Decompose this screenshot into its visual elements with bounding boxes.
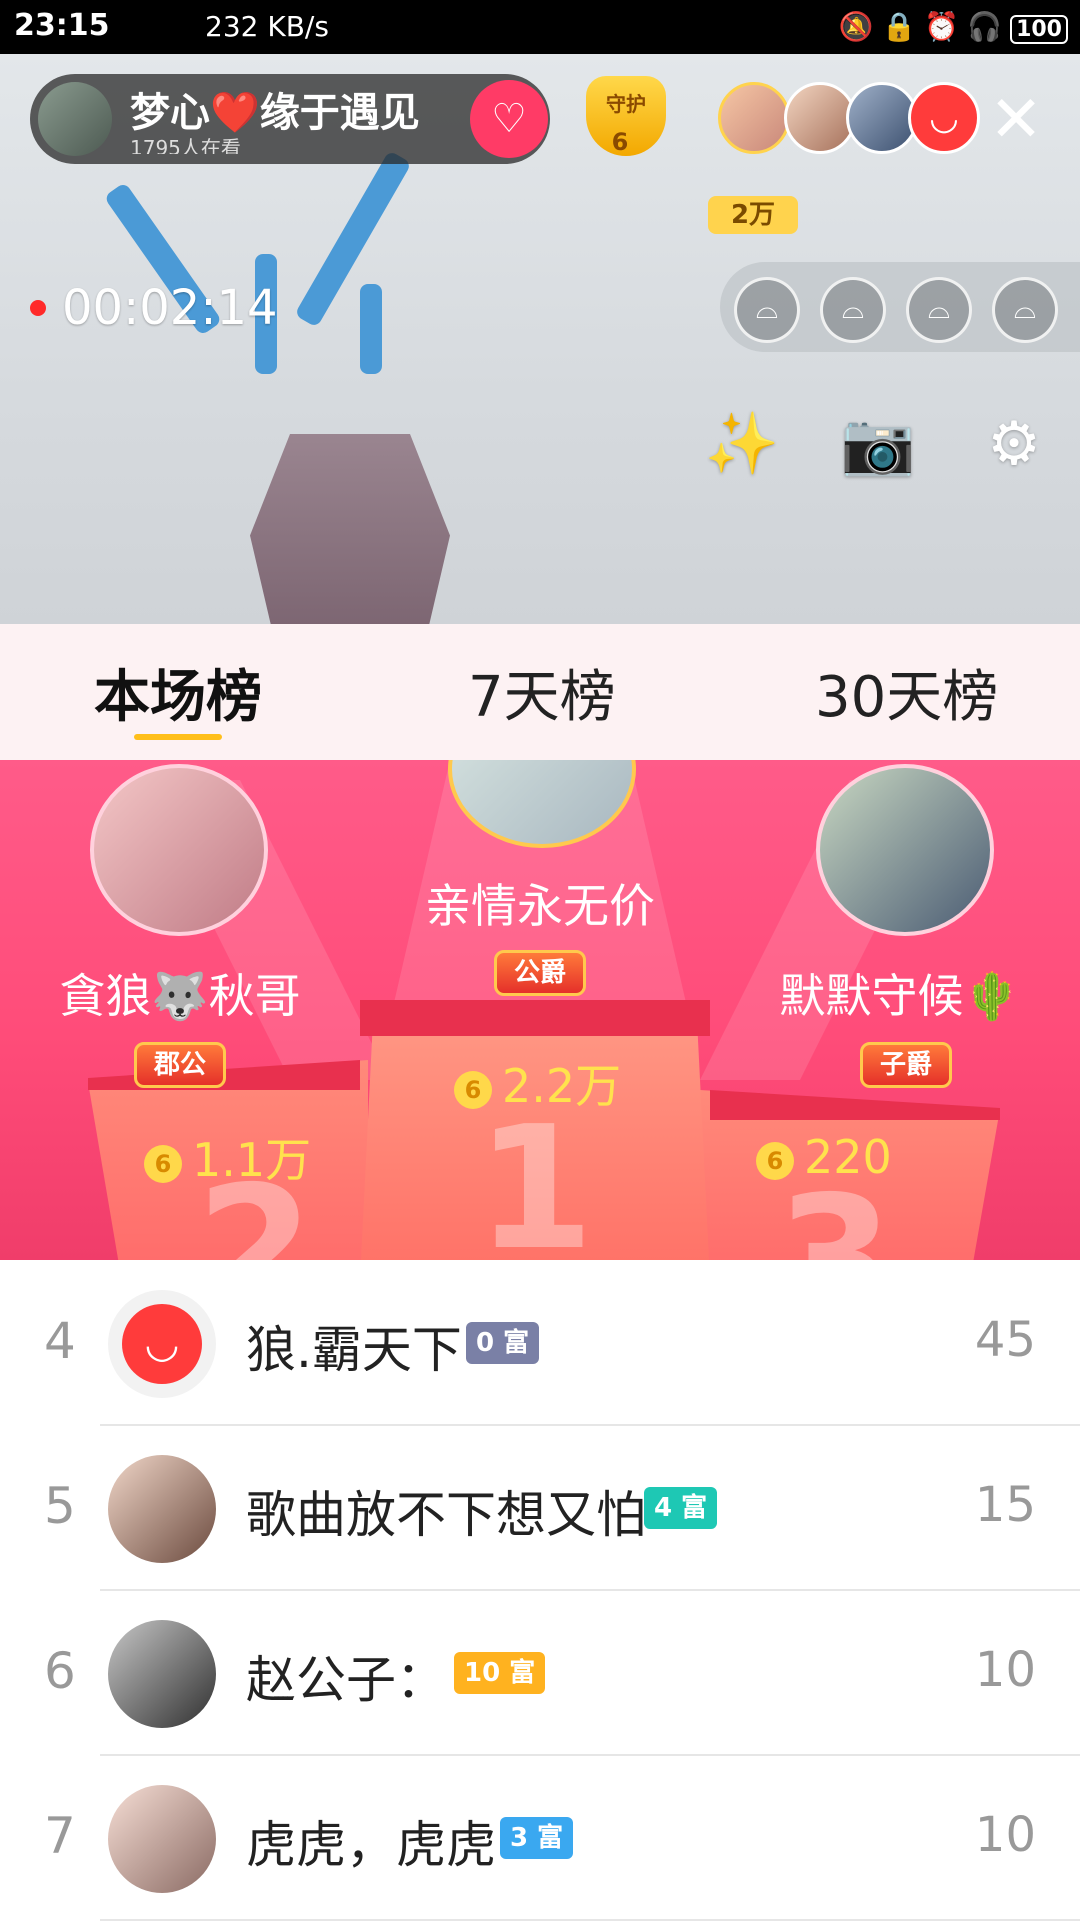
user-name: 虎虎，虎虎 [246,1816,496,1874]
coin-icon: 6 [144,1144,182,1183]
rank-number: 4 [44,1312,76,1370]
ranking-tabs: 本场榜 7天榜 30天榜 [0,624,1080,760]
video-background-antler [294,150,412,328]
wealth-badge: 4 富 [644,1487,718,1529]
podium-second-value: 6 1.1万 [144,1124,311,1190]
viewer-avatar[interactable] [718,82,790,154]
podium-first-badge: 公爵 [494,950,586,996]
video-background-deer [250,434,450,624]
sofa-icon[interactable]: ⌓ [992,277,1058,343]
wealth-badge: 10 富 [454,1652,546,1694]
podium-third-avatar[interactable] [816,764,994,936]
tab-30-days[interactable]: 30天榜 [815,652,998,733]
user-name: 赵公子： [246,1651,446,1709]
status-network-speed: 232 KB/s [205,10,329,43]
podium-third-name[interactable]: 默默守候🌵 [740,960,1060,1026]
sofa-icon[interactable]: ⌓ [734,277,800,343]
rank-number: 7 [44,1807,76,1865]
list-item[interactable]: 7 虎虎，虎虎 3 富 10 [0,1755,1080,1921]
coin-icon: 6 [454,1070,492,1109]
podium-third-badge: 子爵 [860,1042,952,1088]
contribution-score: 10 [974,1642,1036,1698]
video-background-antler [360,284,382,374]
contribution-score: 15 [974,1477,1036,1533]
list-item[interactable]: 4 ◡ 狼.霸天下 0 富 45 [0,1260,1080,1426]
alarm-icon: ⏰ [924,10,968,43]
mute-icon: 🔕 [838,10,882,43]
viewer-avatar[interactable]: ◡ [908,82,980,154]
podium-second-avatar[interactable] [90,764,268,936]
sofa-icon[interactable]: ⌓ [820,277,886,343]
avatar[interactable] [108,1620,216,1728]
live-video[interactable]: 梦心❤️缘于遇见 1795人在看 ♡ 守护 6 ◡ 2万 ✕ 00:02:14 … [0,54,1080,624]
status-icons: 🔕🔒⏰🎧 100 [839,10,1068,44]
rank-number: 5 [44,1477,76,1535]
seat-bar: ⌓ ⌓ ⌓ ⌓ [720,262,1080,352]
coin-icon: 6 [756,1141,794,1180]
avatar[interactable] [108,1455,216,1563]
host-info[interactable]: 梦心❤️缘于遇见 1795人在看 ♡ [30,74,550,164]
camera-flip-icon[interactable]: 📷 [838,404,918,484]
guard-label: 守护 [606,92,646,116]
podium-second-badge: 郡公 [134,1042,226,1088]
heart-plus-icon: ♡ [491,96,527,142]
podium-third-value: 6 220 [756,1130,892,1184]
wealth-badge: 3 富 [500,1817,574,1859]
podium-top-third [710,1090,1000,1120]
battery-icon: 100 [1010,15,1068,44]
recording-dot [30,300,46,316]
follow-button[interactable]: ♡ [470,80,548,158]
contribution-score: 10 [974,1807,1036,1863]
status-time: 23:15 [14,8,110,43]
contribution-score: 45 [974,1312,1036,1368]
podium-first-name[interactable]: 亲情永无价 [340,870,740,936]
sofa-icon[interactable]: ⌓ [906,277,972,343]
live-timer: 00:02:14 [62,280,278,336]
podium-first-value: 6 2.2万 [454,1050,621,1116]
tab-current-session[interactable]: 本场榜 [94,652,262,733]
active-tab-indicator [134,734,222,740]
ranking-list[interactable]: 4 ◡ 狼.霸天下 0 富 45 5 歌曲放不下想又怕 4 富 15 6 赵公子… [0,1260,1080,1921]
host-avatar[interactable] [38,82,112,156]
status-bar: 23:15 232 KB/s 🔕🔒⏰🎧 100 [0,0,1080,54]
host-name: 梦心❤️缘于遇见 [130,90,420,136]
headphones-icon: 🎧 [967,10,1011,43]
podium: 1 2 3 亲情永无价 公爵 6 2.2万 貪狼🐺秋哥 郡公 6 1.1万 默默守候… [0,760,1080,1260]
viewer-count: 1795人在看 [130,136,241,154]
podium-top-first [360,1000,710,1036]
avatar[interactable]: ◡ [108,1290,216,1398]
tab-7-days[interactable]: 7天榜 [468,652,616,733]
guard-count: 6 [611,128,629,156]
close-icon: ✕ [989,83,1043,157]
user-name: 歌曲放不下想又怕 [246,1486,646,1544]
close-button[interactable]: ✕ [986,88,1046,152]
lock-icon: 🔒 [881,10,925,43]
avatar[interactable] [108,1785,216,1893]
wealth-badge: 0 富 [466,1322,540,1364]
user-name: 狼.霸天下 [246,1321,462,1379]
list-item[interactable]: 5 歌曲放不下想又怕 4 富 15 [0,1425,1080,1591]
fans-count-tag[interactable]: 2万 [708,196,798,234]
magic-wand-icon[interactable]: ✨ [702,404,782,484]
guard-badge[interactable]: 守护 6 [580,76,672,172]
podium-second-name[interactable]: 貪狼🐺秋哥 [20,960,340,1026]
gear-icon[interactable]: ⚙ [974,404,1054,484]
list-item[interactable]: 6 赵公子： 10 富 10 [0,1590,1080,1756]
rank-number: 6 [44,1642,76,1700]
